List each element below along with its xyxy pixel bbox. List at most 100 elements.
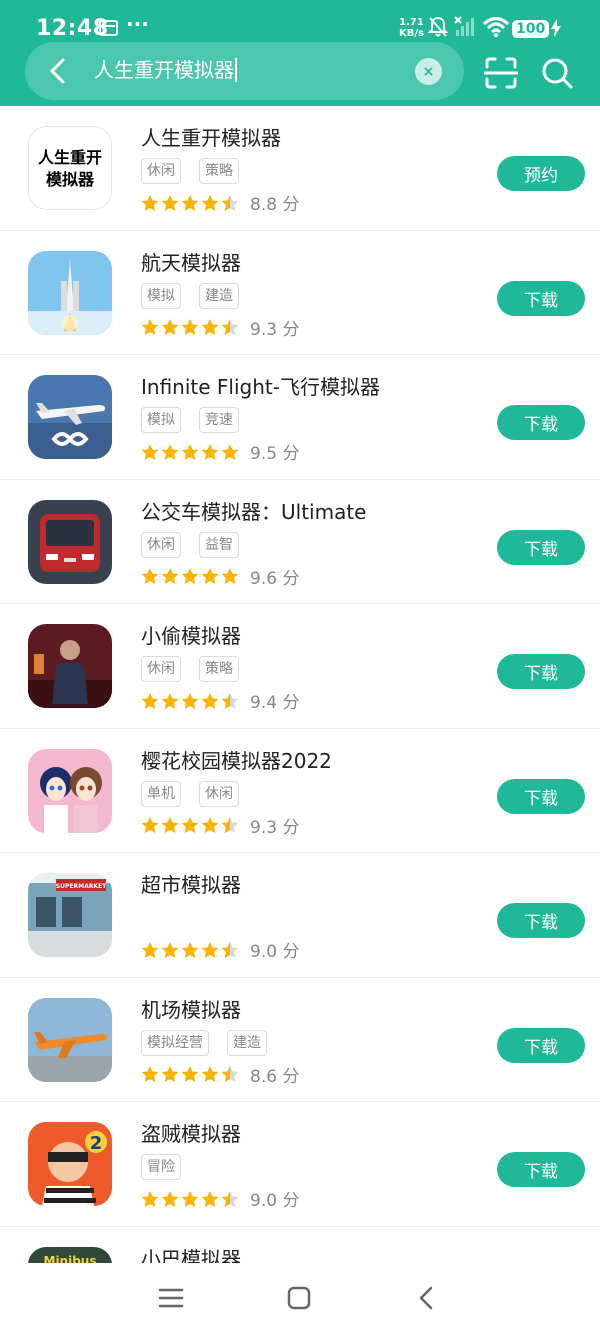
app-list-item[interactable]: 公交车模拟器：Ultimate 休闲 益智 9.6 分 下载	[0, 480, 600, 604]
star-icon	[161, 941, 179, 958]
half-star-icon	[221, 692, 239, 709]
app-tags: 休闲 益智	[141, 531, 239, 558]
chevron-left-icon	[50, 58, 65, 84]
reserve-button[interactable]: 预约	[497, 156, 585, 191]
star-icon	[221, 443, 239, 460]
star-icon	[141, 941, 159, 958]
app-list-item[interactable]: 航天模拟器 模拟 建造 9.3 分 下载	[0, 231, 600, 355]
rating-stars	[141, 318, 239, 336]
app-name[interactable]: Infinite Flight-飞行模拟器	[141, 371, 380, 400]
rating-stars	[141, 443, 239, 461]
app-icon[interactable]	[28, 250, 112, 335]
status-time: 12:48	[36, 16, 109, 41]
app-tag: 休闲	[199, 780, 239, 807]
download-button[interactable]: 下载	[497, 1027, 585, 1063]
mute-bell-icon	[428, 16, 448, 37]
app-tag: 休闲	[141, 158, 181, 184]
menu-button[interactable]	[158, 1285, 184, 1311]
app-score: 9.4 分	[250, 693, 300, 713]
app-list-item[interactable]: Minibus 小巴模拟器	[0, 1227, 600, 1264]
app-list-item[interactable]: Infinite Flight-飞行模拟器 模拟 竞速 9.5 分 下载	[0, 355, 600, 480]
app-name[interactable]: 人生重开模拟器	[141, 122, 281, 151]
search-input[interactable]: 人生重开模拟器	[94, 58, 237, 82]
app-name[interactable]: 小巴模拟器	[141, 1243, 241, 1264]
star-icon	[201, 941, 219, 958]
airplane-icon	[28, 375, 112, 459]
rocket-icon	[28, 250, 112, 335]
rating-stars	[141, 692, 239, 710]
network-speed: 1.71 KB/s	[399, 17, 424, 39]
app-icon[interactable]	[28, 375, 112, 459]
app-tags: 模拟 竞速	[141, 407, 239, 433]
download-button[interactable]: 下载	[497, 1152, 585, 1187]
star-icon	[201, 443, 219, 460]
star-icon	[161, 194, 179, 211]
app-list-item[interactable]: 樱花校园模拟器2022 单机 休闲 9.3 分 下载	[0, 729, 600, 853]
half-star-icon	[221, 194, 239, 211]
svg-text:SUPERMARKET: SUPERMARKET	[56, 883, 107, 890]
app-tag: 策略	[199, 158, 239, 184]
star-icon	[141, 568, 159, 584]
signal-icon	[454, 16, 474, 36]
download-button[interactable]: 下载	[497, 405, 585, 440]
more-notifications-icon: ···	[126, 12, 149, 36]
app-name[interactable]: 超市模拟器	[141, 869, 241, 898]
app-tag: 单机	[141, 780, 181, 807]
status-bar: 12:48 ··· 1.71 KB/s 100	[0, 0, 600, 41]
search-bar: 人生重开模拟器 ×	[25, 42, 464, 100]
app-score: 9.3 分	[250, 319, 300, 340]
star-icon	[221, 568, 239, 584]
star-icon	[201, 817, 219, 833]
app-icon[interactable]: 2	[28, 1122, 112, 1206]
app-tag: 冒险	[141, 1154, 181, 1180]
half-star-icon	[221, 817, 239, 833]
app-icon[interactable]	[28, 997, 112, 1082]
star-icon	[141, 1190, 159, 1207]
app-rating: 9.4 分	[141, 688, 299, 713]
star-icon	[201, 1190, 219, 1207]
app-name[interactable]: 小偷模拟器	[141, 620, 241, 649]
thief-icon	[28, 624, 112, 708]
app-list-item[interactable]: SUPERMARKET 超市模拟器 9.0 分 下载	[0, 853, 600, 978]
app-tag: 策略	[199, 656, 239, 682]
download-button[interactable]: 下载	[497, 529, 585, 565]
app-list-item[interactable]: 机场模拟器 模拟经营 建造 8.6 分 下载	[0, 978, 600, 1102]
app-icon[interactable]: 人生重开 模拟器	[28, 126, 112, 210]
star-icon	[141, 194, 159, 211]
nav-back-button[interactable]	[414, 1285, 440, 1311]
header: 12:48 ··· 1.71 KB/s 100 人生重开模拟器 ×	[0, 0, 600, 106]
app-list-item[interactable]: 小偷模拟器 休闲 策略 9.4 分 下载	[0, 604, 600, 729]
app-name[interactable]: 樱花校园模拟器2022	[141, 745, 332, 774]
app-icon[interactable]	[28, 624, 112, 708]
download-button[interactable]: 下载	[497, 654, 585, 689]
app-icon[interactable]: Minibus	[28, 1246, 112, 1264]
app-name[interactable]: 盗贼模拟器	[141, 1118, 241, 1147]
star-icon	[181, 194, 199, 211]
home-button[interactable]	[286, 1285, 312, 1311]
app-rating: 9.5 分	[141, 439, 299, 464]
app-icon[interactable]	[28, 748, 112, 833]
download-button[interactable]: 下载	[497, 778, 585, 814]
search-button[interactable]	[540, 56, 574, 90]
app-icon[interactable]: SUPERMARKET	[28, 873, 112, 957]
app-list-item[interactable]: 2 盗贼模拟器 冒险 9.0 分 下载	[0, 1102, 600, 1227]
clear-search-button[interactable]: ×	[415, 58, 442, 85]
rating-stars	[141, 1190, 239, 1208]
app-list-item[interactable]: 人生重开 模拟器 人生重开模拟器 休闲 策略 8.8 分 预约	[0, 106, 600, 231]
app-tags: 模拟经营 建造	[141, 1029, 267, 1056]
app-name[interactable]: 航天模拟器	[141, 247, 241, 276]
star-icon	[161, 817, 179, 833]
star-icon	[181, 568, 199, 584]
download-button[interactable]: 下载	[497, 280, 585, 316]
scan-button[interactable]	[484, 56, 518, 90]
robber-icon: 2	[28, 1122, 112, 1206]
battery-level: 100	[512, 20, 550, 38]
download-button[interactable]: 下载	[497, 903, 585, 938]
app-icon[interactable]	[28, 499, 112, 584]
minibus-icon: Minibus	[28, 1246, 112, 1264]
app-name[interactable]: 机场模拟器	[141, 994, 241, 1023]
back-button[interactable]	[41, 54, 75, 88]
svg-text:Minibus: Minibus	[44, 1254, 97, 1264]
app-name[interactable]: 公交车模拟器：Ultimate	[141, 496, 366, 525]
rating-stars	[141, 941, 239, 959]
